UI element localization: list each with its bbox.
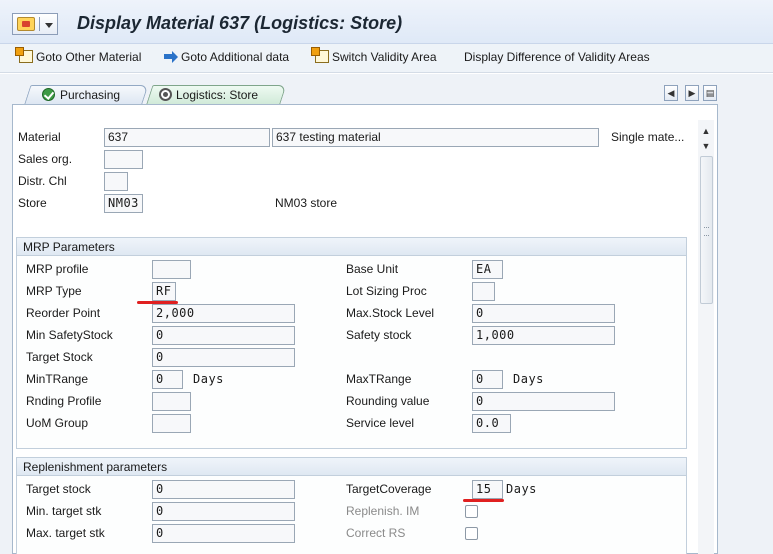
transaction-icon xyxy=(17,17,35,31)
target-coverage-label: TargetCoverage xyxy=(346,482,432,496)
max-target-stk-label: Max. target stk xyxy=(26,526,105,540)
base-unit-field[interactable]: EA xyxy=(472,260,503,279)
goto-additional-data-button[interactable]: Goto Additional data xyxy=(164,50,289,64)
min-tr-range-label: MinTRange xyxy=(26,372,89,386)
min-safety-stock-field[interactable]: 0 xyxy=(152,326,295,345)
mrp-type-field[interactable]: RF xyxy=(152,282,176,301)
goto-additional-data-label: Goto Additional data xyxy=(181,50,290,64)
sales-org-field[interactable] xyxy=(104,150,143,169)
replenish-im-checkbox[interactable] xyxy=(465,505,478,518)
separator xyxy=(39,17,40,31)
application-toolbar: Goto Other Material Goto Additional data… xyxy=(0,44,773,73)
max-stock-level-label: Max.Stock Level xyxy=(346,306,435,320)
switch-validity-area-label: Switch Validity Area xyxy=(332,50,437,64)
min-safety-stock-label: Min SafetyStock xyxy=(26,328,113,342)
arrow-right-icon xyxy=(164,50,178,63)
reorder-point-label: Reorder Point xyxy=(26,306,101,320)
correct-rs-checkbox[interactable] xyxy=(465,527,478,540)
rnding-profile-field[interactable] xyxy=(152,392,191,411)
rounding-value-label: Rounding value xyxy=(346,394,430,408)
reorder-point-field[interactable]: 2,000 xyxy=(152,304,295,323)
display-difference-label: Display Difference of Validity Areas xyxy=(464,50,650,64)
tab-logistics-store-label: Logistics: Store xyxy=(176,88,259,102)
mrp-parameters-title: MRP Parameters xyxy=(23,240,115,254)
max-tr-range-field[interactable]: 0 xyxy=(472,370,503,389)
check-icon xyxy=(42,88,55,101)
scroll-up-button[interactable]: ▲ xyxy=(700,126,712,136)
tab-scroll-right-button[interactable]: ▶ xyxy=(685,85,699,101)
tab-logistics-store[interactable]: Logistics: Store xyxy=(146,85,287,105)
base-unit-label: Base Unit xyxy=(346,262,399,276)
system-menu-icon[interactable] xyxy=(12,13,58,35)
tab-scroll-left-button[interactable]: ◀ xyxy=(664,85,678,101)
target-coverage-field[interactable]: 15 xyxy=(472,480,503,499)
tab-purchasing-label: Purchasing xyxy=(60,88,121,102)
uom-group-field[interactable] xyxy=(152,414,191,433)
min-target-stk-label: Min. target stk xyxy=(26,504,102,518)
max-tr-range-label: MaxTRange xyxy=(346,372,412,386)
title-bar: Display Material 637 (Logistics: Store) xyxy=(0,0,773,44)
material-type-text: Single mate... xyxy=(611,130,685,144)
distr-chl-field[interactable] xyxy=(104,172,128,191)
safety-stock-field[interactable]: 1,000 xyxy=(472,326,615,345)
display-difference-button[interactable]: Display Difference of Validity Areas xyxy=(464,50,650,64)
material-description-field[interactable]: 637 testing material xyxy=(272,128,599,147)
max-target-stk-field[interactable]: 0 xyxy=(152,524,295,543)
distr-chl-label: Distr. Chl xyxy=(18,174,67,188)
safety-stock-label: Safety stock xyxy=(346,328,412,342)
window-title: Display Material 637 (Logistics: Store) xyxy=(77,13,403,33)
document-icon xyxy=(311,47,329,63)
scroll-down-button[interactable]: ▼ xyxy=(700,141,712,151)
store-label: Store xyxy=(18,196,47,210)
replenish-im-label: Replenish. IM xyxy=(346,504,420,518)
group-header: MRP Parameters xyxy=(17,238,686,256)
target-stock-label: Target Stock xyxy=(26,350,93,364)
mrp-profile-label: MRP profile xyxy=(26,262,89,276)
mrp-profile-field[interactable] xyxy=(152,260,191,279)
correct-rs-label: Correct RS xyxy=(346,526,406,540)
material-field[interactable]: 637 xyxy=(104,128,270,147)
material-label: Material xyxy=(18,130,61,144)
lot-sizing-label: Lot Sizing Proc xyxy=(346,284,427,298)
min-target-stk-field[interactable]: 0 xyxy=(152,502,295,521)
max-stock-level-field[interactable]: 0 xyxy=(472,304,615,323)
target-stock-field[interactable]: 0 xyxy=(152,348,295,367)
dropdown-arrow-icon xyxy=(45,23,53,28)
uom-group-label: UoM Group xyxy=(26,416,89,430)
tab-purchasing[interactable]: Purchasing xyxy=(24,85,149,105)
min-tr-range-unit: Days xyxy=(193,372,224,386)
service-level-field[interactable]: 0.0 xyxy=(472,414,511,433)
group-header: Replenishment parameters xyxy=(17,458,686,476)
min-tr-range-field[interactable]: 0 xyxy=(152,370,183,389)
target-icon xyxy=(159,88,172,101)
tab-list-button[interactable]: ▤ xyxy=(703,85,717,101)
store-description-text: NM03 store xyxy=(275,196,338,210)
replenishment-parameters-title: Replenishment parameters xyxy=(23,460,168,474)
document-icon xyxy=(15,47,33,63)
lot-sizing-field[interactable] xyxy=(472,282,495,301)
sales-org-label: Sales org. xyxy=(18,152,73,166)
rnding-profile-label: Rnding Profile xyxy=(26,394,102,408)
target-coverage-unit: Days xyxy=(506,482,537,496)
max-tr-range-unit: Days xyxy=(513,372,544,386)
service-level-label: Service level xyxy=(346,416,415,430)
highlight-underline xyxy=(463,499,504,502)
mrp-type-label: MRP Type xyxy=(26,284,82,298)
repl-target-stock-label: Target stock xyxy=(26,482,91,496)
store-field[interactable]: NM03 xyxy=(104,194,143,213)
goto-other-material-label: Goto Other Material xyxy=(36,50,142,64)
switch-validity-area-button[interactable]: Switch Validity Area xyxy=(311,47,437,64)
scrollbar-thumb[interactable] xyxy=(700,156,713,304)
repl-target-stock-field[interactable]: 0 xyxy=(152,480,295,499)
goto-other-material-button[interactable]: Goto Other Material xyxy=(15,47,142,64)
rounding-value-field[interactable]: 0 xyxy=(472,392,615,411)
